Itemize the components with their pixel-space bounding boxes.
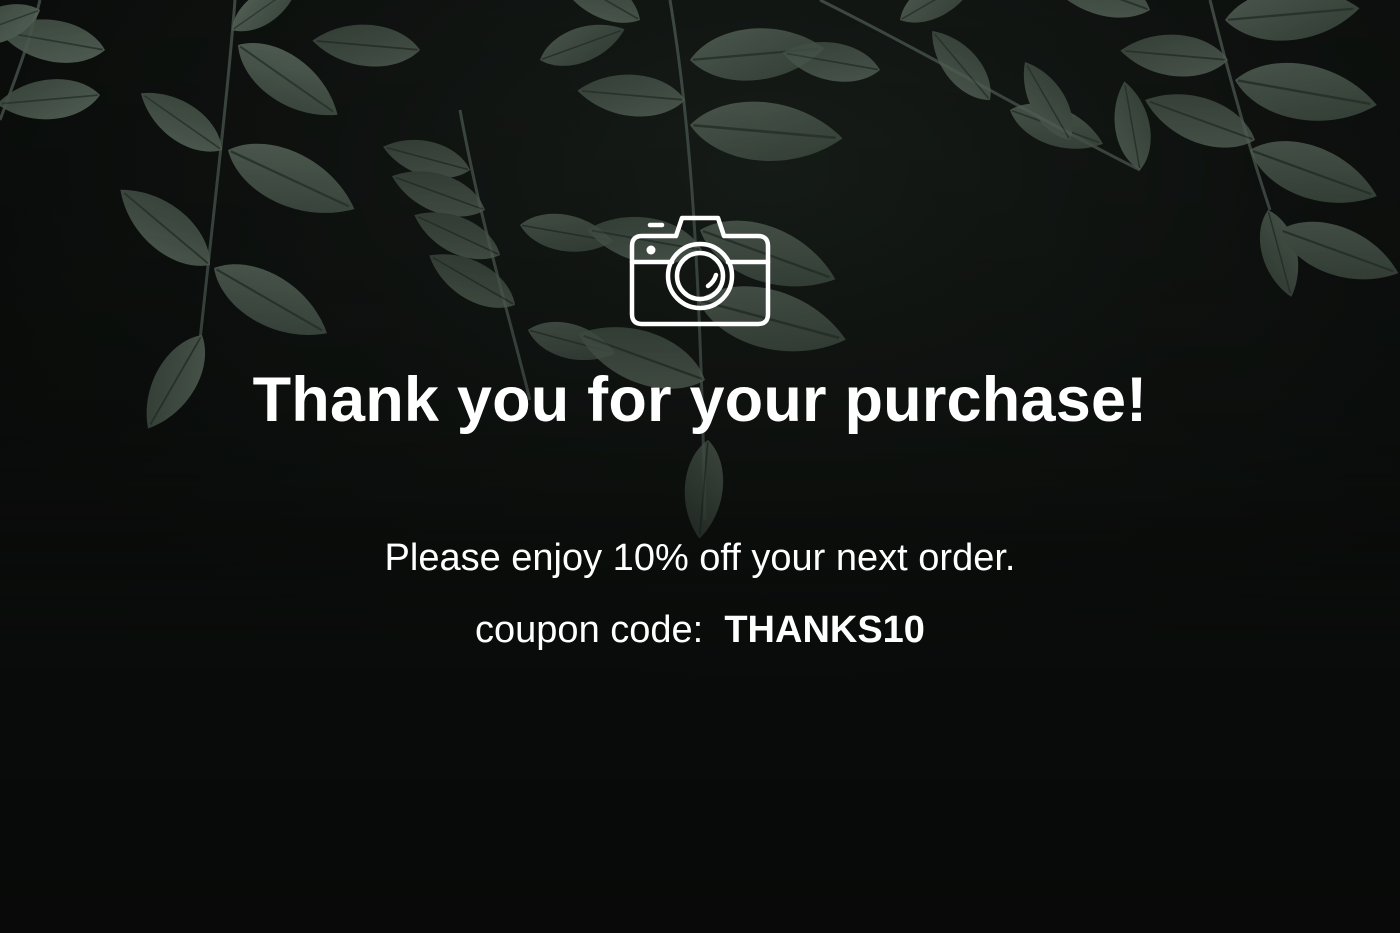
coupon-label: coupon code: [475,609,704,651]
headline: Thank you for your purchase! [252,365,1148,435]
coupon-line: coupon code: THANKS10 [0,608,1400,652]
thank-you-banner: Thank you for your purchase! Please enjo… [0,0,1400,933]
message-panel: Thank you for your purchase! Please enjo… [0,0,1400,933]
offer-text: Please enjoy 10% off your next order. [384,537,1016,579]
camera-icon [629,215,771,327]
coupon-code: THANKS10 [724,609,925,651]
